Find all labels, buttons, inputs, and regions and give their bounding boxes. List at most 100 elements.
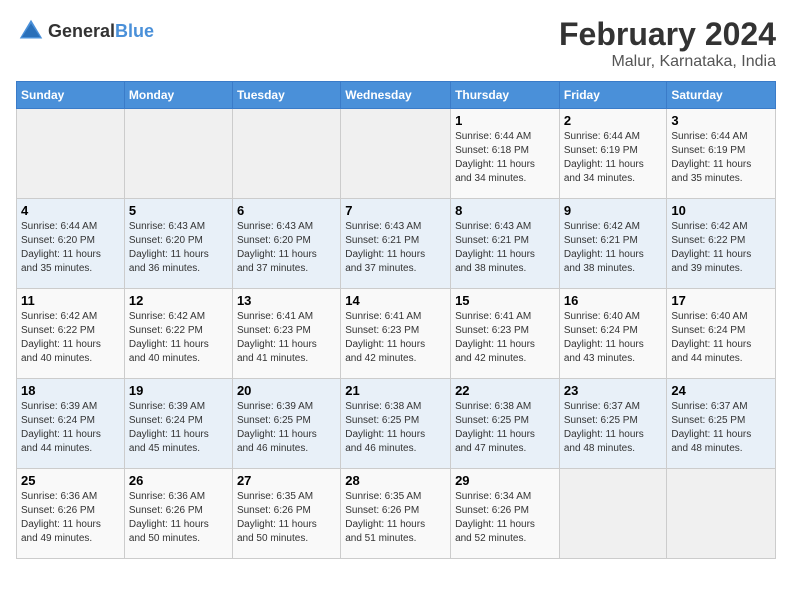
day-header-saturday: Saturday — [667, 82, 776, 109]
calendar-cell: 1 Sunrise: 6:44 AM Sunset: 6:18 PM Daylig… — [451, 109, 560, 199]
day-number: 2 — [564, 113, 663, 128]
calendar-cell: 22 Sunrise: 6:38 AM Sunset: 6:25 PM Dayli… — [451, 379, 560, 469]
calendar-cell: 4 Sunrise: 6:44 AM Sunset: 6:20 PM Daylig… — [17, 199, 125, 289]
calendar-cell: 7 Sunrise: 6:43 AM Sunset: 6:21 PM Daylig… — [341, 199, 451, 289]
day-number: 6 — [237, 203, 336, 218]
calendar-cell: 10 Sunrise: 6:42 AM Sunset: 6:22 PM Dayli… — [667, 199, 776, 289]
day-info: Sunrise: 6:44 AM Sunset: 6:19 PM Dayligh… — [671, 130, 771, 186]
day-number: 4 — [21, 203, 120, 218]
day-header-monday: Monday — [124, 82, 232, 109]
calendar-cell: 11 Sunrise: 6:42 AM Sunset: 6:22 PM Dayli… — [17, 289, 125, 379]
day-header-friday: Friday — [559, 82, 667, 109]
calendar-cell — [559, 469, 667, 559]
day-number: 27 — [237, 473, 336, 488]
day-info: Sunrise: 6:35 AM Sunset: 6:26 PM Dayligh… — [237, 490, 336, 546]
day-info: Sunrise: 6:42 AM Sunset: 6:21 PM Dayligh… — [564, 220, 663, 276]
calendar-cell — [124, 109, 232, 199]
calendar-cell: 23 Sunrise: 6:37 AM Sunset: 6:25 PM Dayli… — [559, 379, 667, 469]
week-row-5: 25 Sunrise: 6:36 AM Sunset: 6:26 PM Dayli… — [17, 469, 776, 559]
day-number: 11 — [21, 293, 120, 308]
day-info: Sunrise: 6:43 AM Sunset: 6:21 PM Dayligh… — [455, 220, 555, 276]
day-info: Sunrise: 6:36 AM Sunset: 6:26 PM Dayligh… — [129, 490, 228, 546]
calendar-cell — [667, 469, 776, 559]
logo-general: General — [48, 21, 115, 41]
calendar-cell: 26 Sunrise: 6:36 AM Sunset: 6:26 PM Dayli… — [124, 469, 232, 559]
day-info: Sunrise: 6:42 AM Sunset: 6:22 PM Dayligh… — [129, 310, 228, 366]
day-info: Sunrise: 6:42 AM Sunset: 6:22 PM Dayligh… — [21, 310, 120, 366]
day-number: 10 — [671, 203, 771, 218]
logo: GeneralBlue — [16, 16, 154, 46]
calendar-cell: 14Sunrise: 6:41 AM Sunset: 6:23 PM Dayli… — [341, 289, 451, 379]
day-header-tuesday: Tuesday — [232, 82, 340, 109]
day-number: 21 — [345, 383, 446, 398]
day-info: Sunrise: 6:34 AM Sunset: 6:26 PM Dayligh… — [455, 490, 555, 546]
day-info: Sunrise: 6:36 AM Sunset: 6:26 PM Dayligh… — [21, 490, 120, 546]
calendar-cell: 20 Sunrise: 6:39 AM Sunset: 6:25 PM Dayli… — [232, 379, 340, 469]
calendar-body: 1 Sunrise: 6:44 AM Sunset: 6:18 PM Daylig… — [17, 109, 776, 559]
day-number: 19 — [129, 383, 228, 398]
day-info: Sunrise: 6:43 AM Sunset: 6:21 PM Dayligh… — [345, 220, 446, 276]
day-header-sunday: Sunday — [17, 82, 125, 109]
calendar-cell: 6Sunrise: 6:43 AM Sunset: 6:20 PM Daylig… — [232, 199, 340, 289]
day-info: Sunrise: 6:39 AM Sunset: 6:25 PM Dayligh… — [237, 400, 336, 456]
day-info: Sunrise: 6:38 AM Sunset: 6:25 PM Dayligh… — [455, 400, 555, 456]
day-number: 15 — [455, 293, 555, 308]
title-area: February 2024 Malur, Karnataka, India — [559, 16, 776, 71]
day-number: 29 — [455, 473, 555, 488]
calendar-cell: 13Sunrise: 6:41 AM Sunset: 6:23 PM Dayli… — [232, 289, 340, 379]
day-number: 17 — [671, 293, 771, 308]
page-title: February 2024 — [559, 16, 776, 53]
day-number: 24 — [671, 383, 771, 398]
day-number: 23 — [564, 383, 663, 398]
calendar-cell: 3Sunrise: 6:44 AM Sunset: 6:19 PM Daylig… — [667, 109, 776, 199]
calendar-cell: 28Sunrise: 6:35 AM Sunset: 6:26 PM Dayli… — [341, 469, 451, 559]
day-info: Sunrise: 6:42 AM Sunset: 6:22 PM Dayligh… — [671, 220, 771, 276]
day-number: 9 — [564, 203, 663, 218]
day-info: Sunrise: 6:41 AM Sunset: 6:23 PM Dayligh… — [345, 310, 446, 366]
day-info: Sunrise: 6:37 AM Sunset: 6:25 PM Dayligh… — [671, 400, 771, 456]
day-info: Sunrise: 6:43 AM Sunset: 6:20 PM Dayligh… — [129, 220, 228, 276]
day-number: 12 — [129, 293, 228, 308]
day-header-thursday: Thursday — [451, 82, 560, 109]
day-number: 20 — [237, 383, 336, 398]
calendar-cell: 19Sunrise: 6:39 AM Sunset: 6:24 PM Dayli… — [124, 379, 232, 469]
calendar-cell: 16 Sunrise: 6:40 AM Sunset: 6:24 PM Dayli… — [559, 289, 667, 379]
header: GeneralBlue February 2024 Malur, Karnata… — [16, 16, 776, 71]
calendar-cell: 21Sunrise: 6:38 AM Sunset: 6:25 PM Dayli… — [341, 379, 451, 469]
logo-blue: Blue — [115, 21, 154, 41]
day-number: 25 — [21, 473, 120, 488]
calendar-cell: 9 Sunrise: 6:42 AM Sunset: 6:21 PM Daylig… — [559, 199, 667, 289]
day-number: 8 — [455, 203, 555, 218]
page-subtitle: Malur, Karnataka, India — [559, 53, 776, 71]
week-row-2: 4 Sunrise: 6:44 AM Sunset: 6:20 PM Daylig… — [17, 199, 776, 289]
day-info: Sunrise: 6:35 AM Sunset: 6:26 PM Dayligh… — [345, 490, 446, 546]
day-info: Sunrise: 6:40 AM Sunset: 6:24 PM Dayligh… — [564, 310, 663, 366]
day-number: 16 — [564, 293, 663, 308]
logo-text: GeneralBlue — [48, 21, 154, 42]
calendar-header: SundayMondayTuesdayWednesdayThursdayFrid… — [17, 82, 776, 109]
calendar-cell — [341, 109, 451, 199]
day-number: 22 — [455, 383, 555, 398]
calendar-cell: 27 Sunrise: 6:35 AM Sunset: 6:26 PM Dayli… — [232, 469, 340, 559]
day-info: Sunrise: 6:44 AM Sunset: 6:20 PM Dayligh… — [21, 220, 120, 276]
calendar-cell: 5Sunrise: 6:43 AM Sunset: 6:20 PM Daylig… — [124, 199, 232, 289]
day-info: Sunrise: 6:44 AM Sunset: 6:18 PM Dayligh… — [455, 130, 555, 186]
calendar-table: SundayMondayTuesdayWednesdayThursdayFrid… — [16, 81, 776, 559]
calendar-cell: 12 Sunrise: 6:42 AM Sunset: 6:22 PM Dayli… — [124, 289, 232, 379]
calendar-cell: 2 Sunrise: 6:44 AM Sunset: 6:19 PM Daylig… — [559, 109, 667, 199]
day-info: Sunrise: 6:40 AM Sunset: 6:24 PM Dayligh… — [671, 310, 771, 366]
calendar-cell: 8 Sunrise: 6:43 AM Sunset: 6:21 PM Daylig… — [451, 199, 560, 289]
day-number: 13 — [237, 293, 336, 308]
day-number: 1 — [455, 113, 555, 128]
header-row: SundayMondayTuesdayWednesdayThursdayFrid… — [17, 82, 776, 109]
calendar-cell: 29 Sunrise: 6:34 AM Sunset: 6:26 PM Dayli… — [451, 469, 560, 559]
calendar-cell: 17 Sunrise: 6:40 AM Sunset: 6:24 PM Dayli… — [667, 289, 776, 379]
day-number: 7 — [345, 203, 446, 218]
calendar-cell: 24 Sunrise: 6:37 AM Sunset: 6:25 PM Dayli… — [667, 379, 776, 469]
calendar-cell: 18Sunrise: 6:39 AM Sunset: 6:24 PM Dayli… — [17, 379, 125, 469]
day-info: Sunrise: 6:37 AM Sunset: 6:25 PM Dayligh… — [564, 400, 663, 456]
day-info: Sunrise: 6:41 AM Sunset: 6:23 PM Dayligh… — [455, 310, 555, 366]
day-info: Sunrise: 6:44 AM Sunset: 6:19 PM Dayligh… — [564, 130, 663, 186]
day-number: 26 — [129, 473, 228, 488]
week-row-4: 18Sunrise: 6:39 AM Sunset: 6:24 PM Dayli… — [17, 379, 776, 469]
